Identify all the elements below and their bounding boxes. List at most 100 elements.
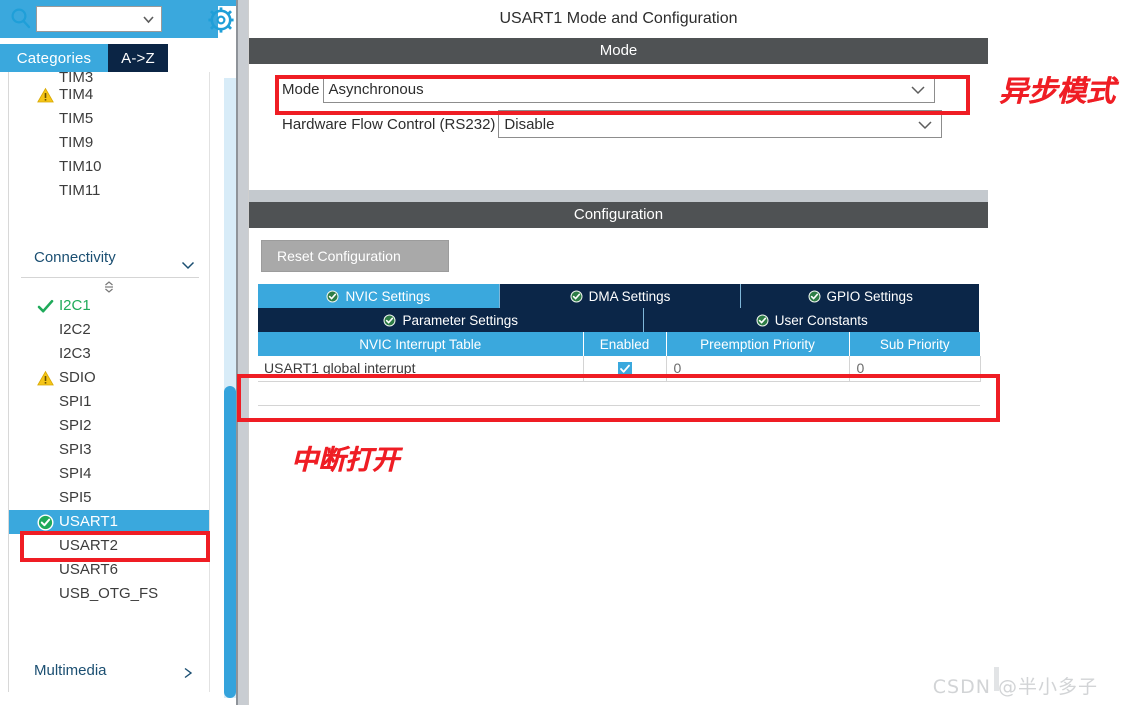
hardware-flow-control-field-row: Hardware Flow Control (RS232) Disable	[249, 110, 988, 138]
enabled-checkbox[interactable]	[617, 362, 632, 377]
sidebar-item-label: TIM11	[59, 182, 101, 199]
sidebar-tab-bar: Categories A->Z	[0, 44, 218, 72]
tab-categories[interactable]: Categories	[0, 44, 108, 72]
list-resize-grip[interactable]	[9, 278, 209, 294]
sidebar-item-label: SPI1	[59, 393, 92, 410]
search-icon	[8, 6, 34, 32]
sidebar-group-label: Multimedia	[34, 662, 107, 679]
configured-check-icon	[570, 290, 583, 303]
sidebar-item-label: SPI5	[59, 489, 92, 506]
list-item[interactable]: TIM5	[9, 107, 209, 131]
sidebar-item-spi2[interactable]: SPI2	[9, 414, 209, 438]
hardware-flow-control-select[interactable]: Disable	[498, 110, 943, 138]
tab-a-to-z[interactable]: A->Z	[108, 44, 168, 72]
reset-configuration-label: Reset Configuration	[277, 248, 401, 264]
cell-interrupt-name: USART1 global interrupt	[258, 356, 584, 382]
sidebar-item-label: SPI2	[59, 417, 92, 434]
sidebar-item-label: I2C1	[59, 297, 91, 314]
watermark: CSDN @半小多子	[932, 676, 1098, 698]
tab-dma-settings-label: DMA Settings	[588, 288, 671, 304]
sidebar-item-i2c3[interactable]: I2C3	[9, 342, 209, 366]
config-tab-row-1: NVIC Settings DMA Settings GPIO Settings	[258, 284, 980, 308]
sidebar-item-label: TIM9	[59, 134, 94, 151]
configuration-section-body: Reset Configuration NVIC Settings DMA Se…	[249, 228, 988, 406]
page-title: USART1 Mode and Configuration	[249, 0, 988, 38]
cell-sub-priority[interactable]: 0	[849, 356, 981, 382]
peripheral-list[interactable]: TIM3 TIM4 TIM5 TIM9 TIM10 TIM11 Connecti…	[8, 72, 210, 692]
peripherals-sidebar: Categories A->Z TIM3 TIM4 TIM5 TIM9 TIM1…	[0, 0, 248, 705]
list-item[interactable]: TIM10	[9, 155, 209, 179]
sidebar-item-label: I2C2	[59, 321, 91, 338]
app-window: Categories A->Z TIM3 TIM4 TIM5 TIM9 TIM1…	[0, 0, 1136, 705]
search-input[interactable]	[40, 8, 140, 30]
sidebar-item-label: USART6	[59, 561, 118, 578]
column-header-nvic-interrupt-table[interactable]: NVIC Interrupt Table	[258, 332, 584, 356]
cell-preemption-priority[interactable]: 0	[666, 356, 850, 382]
chevron-down-icon[interactable]	[142, 13, 155, 26]
config-tab-row-2: Parameter Settings User Constants	[258, 308, 979, 332]
sidebar-item-label: USART2	[59, 537, 118, 554]
table-empty-row	[258, 381, 980, 406]
tab-gpio-settings[interactable]: GPIO Settings	[741, 284, 980, 308]
configured-check-icon	[37, 514, 54, 531]
chevron-down-icon[interactable]	[910, 83, 926, 97]
chevron-right-icon[interactable]	[181, 665, 195, 679]
configuration-panel: USART1 Mode and Configuration Mode Mode …	[248, 0, 988, 705]
chevron-down-icon[interactable]	[917, 118, 933, 132]
sidebar-item-label: TIM4	[59, 86, 94, 103]
sidebar-item-spi5[interactable]: SPI5	[9, 486, 209, 510]
list-item[interactable]: TIM4	[9, 83, 209, 107]
sidebar-item-i2c2[interactable]: I2C2	[9, 318, 209, 342]
column-header-preemption-priority[interactable]: Preemption Priority	[666, 332, 850, 356]
check-icon	[37, 298, 54, 315]
sidebar-item-label: I2C3	[59, 345, 91, 362]
sidebar-item-i2c1[interactable]: I2C1	[9, 294, 209, 318]
cell-enabled[interactable]	[583, 356, 667, 382]
nvic-table-wrap: NVIC Interrupt Table Enabled Preemption …	[258, 332, 981, 406]
sidebar-item-sdio[interactable]: SDIO	[9, 366, 209, 390]
sidebar-item-spi4[interactable]: SPI4	[9, 462, 209, 486]
tab-user-constants[interactable]: User Constants	[644, 308, 979, 332]
configured-check-icon	[383, 314, 396, 327]
sidebar-item-usart1[interactable]: USART1	[9, 510, 209, 534]
tab-nvic-settings[interactable]: NVIC Settings	[258, 284, 500, 308]
configured-check-icon	[756, 314, 769, 327]
sidebar-item-usart2[interactable]: USART2	[9, 534, 209, 558]
annotation-text-mode: 异步模式	[999, 74, 1116, 108]
sidebar-toolbar	[0, 0, 218, 38]
sidebar-item-spi3[interactable]: SPI3	[9, 438, 209, 462]
sidebar-scrollbar-thumb[interactable]	[224, 386, 236, 698]
sidebar-item-usb-otg-fs[interactable]: USB_OTG_FS	[9, 582, 209, 606]
list-item[interactable]: TIM11	[9, 179, 209, 203]
gear-icon[interactable]	[208, 7, 234, 33]
sidebar-item-label: SPI3	[59, 441, 92, 458]
sidebar-item-spi1[interactable]: SPI1	[9, 390, 209, 414]
warning-icon	[37, 87, 54, 104]
sidebar-item-label: TIM5	[59, 110, 94, 127]
panel-splitter[interactable]	[238, 0, 248, 705]
list-item[interactable]: TIM3	[9, 72, 209, 83]
warning-icon	[37, 370, 54, 387]
sidebar-item-label: SDIO	[59, 369, 96, 386]
sidebar-group-multimedia[interactable]: Multimedia	[9, 661, 209, 681]
column-header-sub-priority[interactable]: Sub Priority	[849, 332, 980, 356]
configured-check-icon	[326, 290, 339, 303]
tab-gpio-settings-label: GPIO Settings	[826, 288, 913, 304]
sidebar-item-usart6[interactable]: USART6	[9, 558, 209, 582]
grip-icon	[103, 280, 115, 293]
chevron-down-icon[interactable]	[181, 252, 195, 270]
mode-select[interactable]: Asynchronous	[322, 75, 935, 103]
tab-parameter-settings[interactable]: Parameter Settings	[258, 308, 645, 332]
sidebar-group-connectivity[interactable]: Connectivity	[9, 243, 209, 273]
reset-configuration-button[interactable]: Reset Configuration	[261, 240, 449, 272]
mode-select-value: Asynchronous	[328, 80, 424, 98]
search-combobox[interactable]	[36, 6, 162, 32]
column-header-enabled[interactable]: Enabled	[583, 332, 667, 356]
list-item[interactable]: TIM9	[9, 131, 209, 155]
tab-dma-settings[interactable]: DMA Settings	[499, 284, 742, 308]
table-row[interactable]: USART1 global interrupt 0 0	[258, 356, 981, 382]
tab-nvic-settings-label: NVIC Settings	[345, 288, 431, 304]
section-gap	[249, 190, 988, 202]
mode-field-row: Mode Asynchronous	[249, 75, 988, 103]
sidebar-item-label: TIM3	[59, 72, 94, 83]
